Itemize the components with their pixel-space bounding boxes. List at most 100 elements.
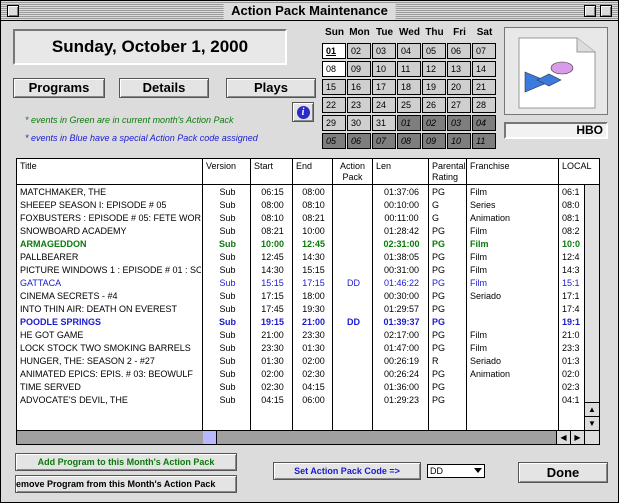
table-row[interactable]: LOCK STOCK TWO SMOKING BARRELS Sub 23:30 01… bbox=[17, 342, 585, 355]
table-row[interactable]: SNOWBOARD ACADEMY Sub 08:21 10:00 01:28:42 PG… bbox=[17, 225, 585, 238]
calendar-day-cell[interactable]: 15 bbox=[322, 79, 346, 95]
table-row[interactable]: ANIMATED EPICS: EPIS. # 03: BEOWULF Sub 02… bbox=[17, 368, 585, 381]
calendar-day-cell[interactable]: 08 bbox=[397, 133, 421, 149]
table-row[interactable]: HUNGER, THE: SEASON 2 - #27 Sub 01:30 02:00… bbox=[17, 355, 585, 368]
table-row[interactable]: INTO THIN AIR: DEATH ON EVEREST Sub 17:45 1… bbox=[17, 303, 585, 316]
zoom-box[interactable] bbox=[584, 5, 596, 17]
calendar-day-cell[interactable]: 01 bbox=[322, 43, 346, 59]
calendar-day-cell[interactable]: 30 bbox=[347, 115, 371, 131]
calendar-day-cell[interactable]: 12 bbox=[422, 61, 446, 77]
calendar-day-cell[interactable]: 14 bbox=[472, 61, 496, 77]
column-header[interactable]: Franchise bbox=[467, 159, 559, 185]
table-row[interactable]: PALLBEARER Sub 12:45 14:30 01:38:05 PG Film 12:… bbox=[17, 251, 585, 264]
calendar-day-cell[interactable]: 29 bbox=[322, 115, 346, 131]
table-row[interactable]: GATTACA Sub 15:15 17:15 DD 01:46:22 PG Film 15:1 bbox=[17, 277, 585, 290]
table-row[interactable]: ARMAGEDDON Sub 10:00 12:45 02:31:00 PG Film 10:… bbox=[17, 238, 585, 251]
calendar-day-cell[interactable]: 02 bbox=[422, 115, 446, 131]
calendar-day-cell[interactable]: 27 bbox=[447, 97, 471, 113]
calendar-day-cell[interactable]: 22 bbox=[322, 97, 346, 113]
done-button[interactable]: Done bbox=[518, 462, 608, 483]
set-code-button[interactable]: Set Action Pack Code => bbox=[273, 462, 421, 480]
calendar-day-cell[interactable]: 06 bbox=[347, 133, 371, 149]
calendar-day-cell[interactable]: 08 bbox=[322, 61, 346, 77]
plays-button[interactable]: Plays bbox=[226, 78, 316, 98]
column-header[interactable]: Len bbox=[373, 159, 429, 185]
scroll-left-icon[interactable]: ◀ bbox=[556, 431, 570, 444]
column-header[interactable]: LOCAL bbox=[559, 159, 599, 185]
cell-start: 08:21 bbox=[261, 226, 284, 236]
calendar-day-cell[interactable]: 10 bbox=[372, 61, 396, 77]
column-header[interactable]: Action Pack bbox=[333, 159, 373, 185]
calendar-day-cell[interactable]: 05 bbox=[422, 43, 446, 59]
calendar-day-cell[interactable]: 07 bbox=[472, 43, 496, 59]
column-header[interactable]: Parental Rating bbox=[429, 159, 467, 185]
programs-button[interactable]: Programs bbox=[13, 78, 105, 98]
calendar-day-cell[interactable]: 09 bbox=[422, 133, 446, 149]
table-row[interactable]: CINEMA SECRETS - #4 Sub 17:15 18:00 00:30:00… bbox=[17, 290, 585, 303]
calendar-day-cell[interactable]: 06 bbox=[447, 43, 471, 59]
calendar-day-cell[interactable]: 07 bbox=[372, 133, 396, 149]
title-bar[interactable]: Action Pack Maintenance bbox=[1, 1, 618, 21]
horizontal-scrollbar[interactable]: ◀ ▶ bbox=[17, 430, 584, 444]
table-row[interactable]: FOXBUSTERS : EPISODE # 05: FETE WORS Sub 0… bbox=[17, 212, 585, 225]
scroll-down-icon[interactable]: ▼ bbox=[585, 416, 599, 430]
cell-rating: PG bbox=[432, 278, 446, 288]
calendar-day-cell[interactable]: 11 bbox=[397, 61, 421, 77]
cell-rating: PG bbox=[432, 226, 446, 236]
remove-program-button[interactable]: emove Program from this Month's Action P… bbox=[15, 475, 237, 493]
horizontal-scroll-thumb[interactable] bbox=[203, 431, 217, 444]
calendar-day-cell[interactable]: 28 bbox=[472, 97, 496, 113]
cell-franchise: Film bbox=[470, 226, 487, 236]
details-button[interactable]: Details bbox=[119, 78, 209, 98]
scroll-right-icon[interactable]: ▶ bbox=[570, 431, 584, 444]
calendar-day-cell[interactable]: 17 bbox=[372, 79, 396, 95]
table-row[interactable]: HE GOT GAME Sub 21:00 23:30 02:17:00 PG Film 21… bbox=[17, 329, 585, 342]
cell-len: 00:10:00 bbox=[383, 200, 420, 210]
calendar-day-cell[interactable]: 25 bbox=[397, 97, 421, 113]
calendar-day-cell[interactable]: 01 bbox=[397, 115, 421, 131]
calendar-day-cell[interactable]: 11 bbox=[472, 133, 496, 149]
shapes-logo-icon bbox=[518, 37, 596, 109]
channel-logo bbox=[504, 27, 608, 115]
table-row[interactable]: MATCHMAKER, THE Sub 06:15 08:00 01:37:06 PG Fi… bbox=[17, 186, 585, 199]
add-program-button[interactable]: Add Program to this Month's Action Pack bbox=[15, 453, 237, 471]
table-row[interactable]: ADVOCATE'S DEVIL, THE Sub 04:15 06:00 01:29:… bbox=[17, 394, 585, 407]
calendar-day-cell[interactable]: 31 bbox=[372, 115, 396, 131]
calendar-day-cell[interactable]: 05 bbox=[322, 133, 346, 149]
calendar-day-cell[interactable]: 24 bbox=[372, 97, 396, 113]
calendar-day-cell[interactable]: 18 bbox=[397, 79, 421, 95]
info-button[interactable]: i bbox=[292, 102, 314, 122]
calendar-day-cell[interactable]: 26 bbox=[422, 97, 446, 113]
table-row[interactable]: POODLE SPRINGS Sub 19:15 21:00 DD 01:39:37 PG 1… bbox=[17, 316, 585, 329]
cell-franchise: Film bbox=[470, 330, 487, 340]
calendar-day-cell[interactable]: 09 bbox=[347, 61, 371, 77]
calendar-day-cell[interactable]: 23 bbox=[347, 97, 371, 113]
code-select[interactable]: DD bbox=[427, 464, 485, 478]
calendar-day-cell[interactable]: 02 bbox=[347, 43, 371, 59]
collapse-box[interactable] bbox=[600, 5, 612, 17]
calendar-day-cell[interactable]: 03 bbox=[447, 115, 471, 131]
table-row[interactable]: TIME SERVED Sub 02:30 04:15 01:36:00 PG 02:3 bbox=[17, 381, 585, 394]
table-row[interactable]: PICTURE WINDOWS 1 : EPISODE # 01 : SO Sub… bbox=[17, 264, 585, 277]
calendar-day-cell[interactable]: 20 bbox=[447, 79, 471, 95]
calendar-day-cell[interactable]: 10 bbox=[447, 133, 471, 149]
close-box[interactable] bbox=[7, 5, 19, 17]
calendar-day-cell[interactable]: 19 bbox=[422, 79, 446, 95]
calendar-day-cell[interactable]: 16 bbox=[347, 79, 371, 95]
calendar-day-cell[interactable]: 03 bbox=[372, 43, 396, 59]
cell-title: GATTACA bbox=[20, 278, 62, 288]
cell-title: FOXBUSTERS : EPISODE # 05: FETE WORS bbox=[20, 213, 201, 223]
column-header[interactable]: Version bbox=[203, 159, 251, 185]
column-header[interactable]: End bbox=[293, 159, 333, 185]
calendar-day-cell[interactable]: 04 bbox=[397, 43, 421, 59]
vertical-scrollbar[interactable]: ▲ ▼ bbox=[584, 185, 599, 430]
calendar-day-cell[interactable]: 13 bbox=[447, 61, 471, 77]
column-header[interactable]: Title bbox=[17, 159, 203, 185]
calendar-day-cell[interactable]: 21 bbox=[472, 79, 496, 95]
column-header[interactable]: Start bbox=[251, 159, 293, 185]
calendar-day-cell[interactable]: 04 bbox=[472, 115, 496, 131]
table-row[interactable]: SHEEEP SEASON I: EPISODE # 05 Sub 08:00 08:… bbox=[17, 199, 585, 212]
cell-title: ADVOCATE'S DEVIL, THE bbox=[20, 395, 128, 405]
cell-title: LOCK STOCK TWO SMOKING BARRELS bbox=[20, 343, 191, 353]
scroll-up-icon[interactable]: ▲ bbox=[585, 402, 599, 416]
